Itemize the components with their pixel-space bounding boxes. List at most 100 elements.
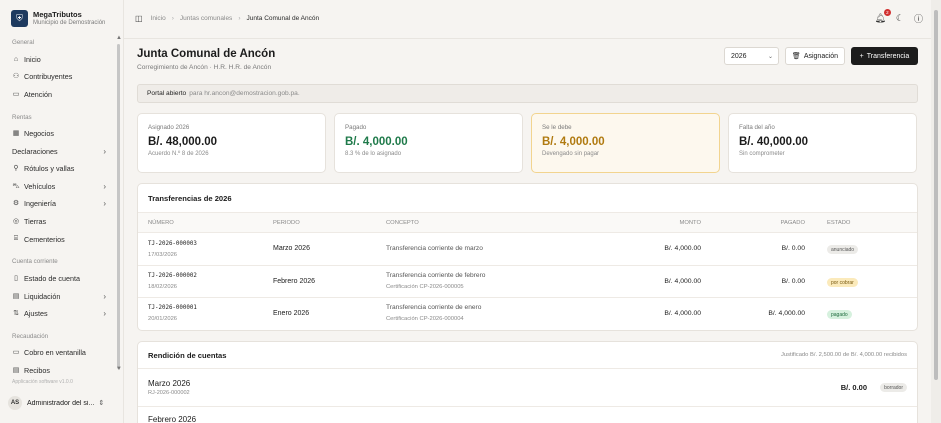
rendicion-amount: B/. 0.00: [840, 383, 867, 392]
sidebar-divider: [123, 0, 124, 423]
new-transfer-button[interactable]: + Transferencia: [851, 47, 918, 65]
sidebar-item-vehiculos[interactable]: ⛍ Vehículos ›: [12, 179, 110, 193]
chat-icon: ▭: [12, 91, 20, 98]
globe-icon: ◎: [12, 218, 20, 225]
col-periodo: PERIODO: [273, 220, 300, 226]
col-estado: ESTADO: [827, 220, 851, 226]
sidebar-item-negocios[interactable]: ▦ Negocios: [12, 126, 110, 140]
table-row[interactable]: TJ-2026-000001 20/01/2026 Enero 2026 Tra…: [138, 298, 917, 330]
chevron-down-icon: ⌄: [767, 53, 773, 60]
breadcrumb-inicio[interactable]: Inicio: [151, 15, 166, 22]
sidebar-item-cobro[interactable]: ▭ Cobro en ventanilla: [12, 345, 110, 359]
sidebar-item-tierras[interactable]: ◎ Tierras: [12, 214, 110, 228]
year-select[interactable]: 2026 ⌄: [724, 47, 779, 65]
chevron-right-icon: ›: [103, 198, 106, 208]
user-menu[interactable]: AS Administrador del si... ⇕: [8, 393, 116, 413]
rendiciones-panel: Rendición de cuentas Justificado B/. 2,5…: [137, 341, 918, 423]
stat-value: B/. 40,000.00: [739, 136, 809, 148]
footer-hint: Applicación software v1.0.0: [12, 379, 73, 385]
sidebar-item-inicio[interactable]: ⌂ Inicio: [12, 52, 110, 66]
status-badge: borrador: [880, 383, 907, 392]
help-icon[interactable]: ⓘ: [914, 12, 923, 25]
car-icon: ⛍: [12, 182, 20, 190]
transfer-amount: B/. 4,000.00: [664, 245, 701, 252]
stat-note: 8.3 % de lo asignado: [345, 151, 402, 157]
transfer-paid: B/. 4,000.00: [768, 310, 805, 317]
sidebar-item-declaraciones[interactable]: Declaraciones ›: [12, 144, 110, 158]
gear-icon: ⚙: [12, 200, 20, 207]
scroll-down-arrow-icon[interactable]: ▼: [116, 366, 122, 372]
breadcrumb-juntas[interactable]: Juntas comunales: [180, 15, 232, 22]
book-icon: ▯: [14, 275, 18, 282]
transfer-concept: Transferencia corriente de marzo: [386, 245, 483, 252]
table-row[interactable]: TJ-2026-000003 17/03/2026 Marzo 2026 Tra…: [138, 234, 917, 266]
sidebar-item-ajustes[interactable]: ⇅ Ajustes ›: [12, 306, 110, 320]
list-item[interactable]: Marzo 2026 RJ-2026-000002 B/. 0.00 borra…: [138, 368, 917, 406]
col-pagado: PAGADO: [780, 220, 805, 226]
building-icon: ⌸: [13, 235, 19, 242]
transfer-period: Enero 2026: [273, 310, 310, 317]
scroll-up-arrow-icon[interactable]: ▲: [116, 35, 122, 41]
sidebar-item-cementerios[interactable]: ⌸ Cementerios: [12, 232, 110, 246]
sidebar-item-liquidacion[interactable]: ▤ Liquidación ›: [12, 289, 110, 303]
sidebar-item-ingenieria[interactable]: ⚙ Ingeniería ›: [12, 196, 110, 210]
portal-text: para hr.ancon@demostracion.gob.pa.: [189, 90, 300, 97]
stat-label: Falta del año: [739, 124, 775, 131]
user-name: Administrador del si...: [27, 399, 95, 407]
list-item[interactable]: Febrero 2026: [138, 406, 917, 423]
sidebar: ⛨ MegaTributos Municipio de Demostración…: [0, 0, 122, 423]
transfers-panel: Transferencias de 2026 NÚMERO PERIODO CO…: [137, 183, 918, 331]
chevron-right-icon: ›: [238, 15, 241, 22]
stat-label: Se le debe: [542, 124, 572, 131]
notification-count: 2: [883, 9, 891, 16]
transfer-number: TJ-2026-000002: [148, 273, 197, 279]
stat-value: B/. 4,000.00: [542, 136, 605, 148]
brand-name: MegaTributos: [33, 10, 82, 19]
transfer-date: 20/01/2026: [148, 316, 178, 322]
transfer-amount: B/. 4,000.00: [664, 310, 701, 317]
section-recaudacion: Recaudación: [12, 333, 49, 340]
store-icon: ▦: [12, 130, 20, 137]
transfers-title: Transferencias de 2026: [148, 194, 232, 203]
brand-subtitle: Municipio de Demostración: [33, 20, 106, 26]
section-rentas: Rentas: [12, 114, 32, 121]
assign-button[interactable]: 🗑︎ Asignación: [785, 47, 845, 65]
chevron-right-icon: ›: [103, 291, 106, 301]
bell-icon[interactable]: 🔔︎ 2: [874, 9, 891, 24]
sliders-icon: ⇅: [13, 310, 19, 317]
sidebar-scrollbar[interactable]: [117, 44, 120, 369]
table-row[interactable]: TJ-2026-000002 18/02/2026 Febrero 2026 T…: [138, 266, 917, 298]
rendiciones-summary: Justificado B/. 2,500.00 de B/. 4,000.00…: [780, 352, 907, 358]
chevron-right-icon: ›: [103, 146, 106, 156]
status-badge: por cobrar: [827, 278, 858, 287]
top-actions: 🔔︎ 2 ☾ ⓘ: [874, 9, 923, 25]
chevron-right-icon: ›: [171, 15, 174, 22]
sidebar-item-rotulos[interactable]: ⚲ Rótulos y vallas: [12, 161, 110, 175]
moon-icon[interactable]: ☾: [896, 13, 904, 24]
col-numero: NÚMERO: [148, 220, 174, 226]
transfer-number: TJ-2026-000001: [148, 305, 197, 311]
users-icon: ⚇: [12, 73, 20, 80]
sidebar-item-estado-de-cuenta[interactable]: ▯ Estado de cuenta: [12, 271, 110, 285]
stat-value: B/. 4,000.00: [345, 136, 408, 148]
topbar: ◫ Inicio › Juntas comunales › Junta Comu…: [124, 0, 931, 38]
page-scrollbar[interactable]: [934, 10, 938, 380]
stat-card-falta: Falta del año B/. 40,000.00 Sin comprome…: [728, 113, 917, 173]
brand[interactable]: ⛨ MegaTributos Municipio de Demostración: [11, 10, 105, 27]
plus-icon: +: [859, 52, 864, 60]
section-general: General: [12, 39, 35, 46]
sidebar-item-contribuyentes[interactable]: ⚇ Contribuyentes: [12, 69, 110, 83]
transfer-paid: B/. 0.00: [781, 245, 805, 252]
rendiciones-title: Rendición de cuentas: [148, 351, 227, 360]
transfer-date: 18/02/2026: [148, 284, 178, 290]
sidebar-toggle-icon[interactable]: ◫: [135, 14, 143, 23]
transfer-period: Febrero 2026: [273, 278, 316, 285]
rendicion-name: Febrero 2026: [148, 415, 197, 423]
sidebar-item-recibos[interactable]: ▤ Recibos: [12, 363, 110, 377]
rendicion-code: RJ-2026-000002: [148, 390, 190, 396]
sidebar-item-atencion[interactable]: ▭ Atención: [12, 87, 110, 101]
chevron-right-icon: ›: [103, 308, 106, 318]
home-icon: ⌂: [13, 55, 19, 63]
page-subtitle: Corregimiento de Ancón · H.R. H.R. de An…: [137, 64, 272, 71]
chevron-updown-icon: ⇕: [98, 400, 105, 407]
